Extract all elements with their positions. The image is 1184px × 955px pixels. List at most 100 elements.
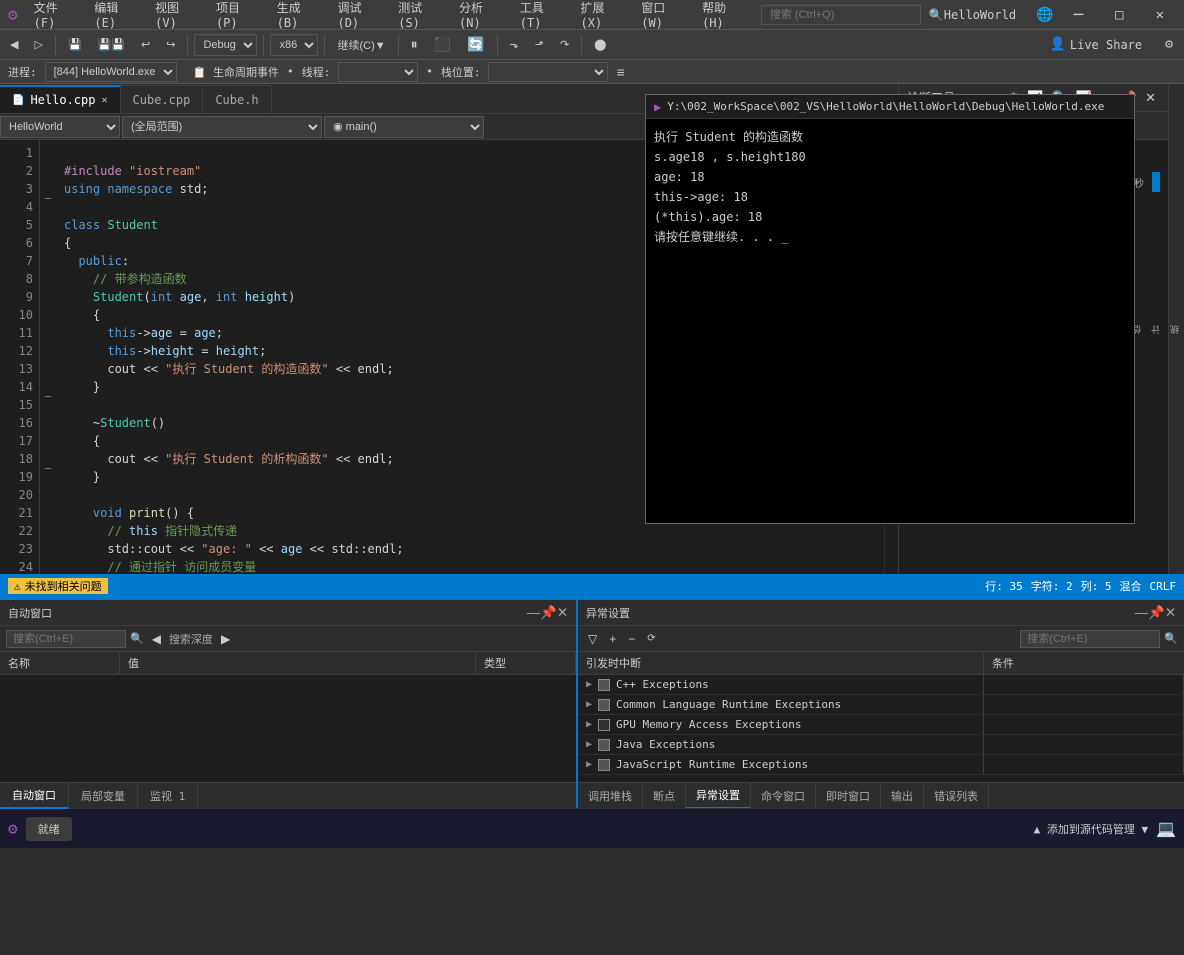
exc-delete-button[interactable]: − [624, 631, 639, 647]
auto-search-input[interactable] [6, 630, 126, 648]
auto-window-close[interactable]: ✕ [557, 605, 568, 621]
auto-tab-watch[interactable]: 监视 1 [138, 784, 198, 808]
status-warning[interactable]: ⚠ 未找到相关问题 [8, 578, 108, 594]
breakpoint-button[interactable]: ⬤ [588, 36, 612, 53]
maximize-button[interactable]: □ [1103, 3, 1135, 27]
exc-cpp-arrow: ▶ [586, 679, 592, 690]
exc-java-check[interactable] [598, 739, 610, 751]
taskbar-source-control[interactable]: ▲ 添加到源代码管理 ▼ [1034, 821, 1149, 837]
restart-button[interactable]: 🔄 [461, 34, 490, 55]
process-dropdown[interactable]: [844] HelloWorld.exe [45, 62, 177, 82]
exc-tab-command[interactable]: 命令窗口 [751, 784, 816, 808]
exc-cpp-check[interactable] [598, 679, 610, 691]
menu-item-b[interactable]: 生成(B) [269, 0, 328, 34]
exc-pin-button[interactable]: 📌 [1148, 605, 1165, 621]
save-button[interactable]: 💾 [62, 36, 88, 53]
step-in-button[interactable]: ⬎ [504, 36, 525, 53]
console-line-2: s.age18 , s.height180 [654, 147, 1126, 167]
platform-dropdown[interactable]: x86 [270, 34, 318, 56]
auto-forward-button[interactable]: ▶ [217, 631, 234, 647]
exc-clr-check[interactable] [598, 699, 610, 711]
tab-cube-cpp[interactable]: Cube.cpp [121, 85, 204, 113]
auto-tab-auto[interactable]: 自动窗口 [0, 783, 69, 809]
debug-mode-dropdown[interactable]: Debug [194, 34, 257, 56]
auto-window-toolbar: 🔍 ◀ 搜索深度 ▶ [0, 626, 576, 652]
sep3 [263, 35, 264, 55]
auto-window: 自动窗口 — 📌 ✕ 🔍 ◀ 搜索深度 ▶ 名称 值 类型 自动窗口 局部变量 [0, 600, 578, 808]
exc-tab-callstack[interactable]: 调用堆栈 [578, 784, 643, 808]
save-all-button[interactable]: 💾💾 [92, 36, 131, 53]
exc-cell-clr-trigger: ▶ Common Language Runtime Exceptions [578, 695, 984, 714]
menu-item-x[interactable]: 扩展(X) [573, 0, 632, 34]
exc-tab-breakpoints[interactable]: 断点 [643, 784, 686, 808]
step-out-button[interactable]: ⬏ [529, 36, 550, 53]
exc-tab-errors[interactable]: 错误列表 [924, 784, 989, 808]
auto-tab-local[interactable]: 局部变量 [69, 784, 138, 808]
exc-close-button[interactable]: ✕ [1165, 605, 1176, 621]
exc-restore-button[interactable]: ⟳ [643, 632, 659, 645]
minimize-button[interactable]: ─ [1061, 1, 1095, 28]
status-bar: ⚠ 未找到相关问题 行: 35 字符: 2 列: 5 混合 CRLF [0, 574, 1184, 598]
process-bar-expand[interactable]: ≡ [616, 64, 624, 80]
collapse-destructor[interactable]: ─ [40, 392, 56, 410]
step-next-button[interactable]: ↷ [554, 36, 575, 53]
back-button[interactable]: ◀ [4, 36, 24, 53]
exc-filter-button[interactable]: ▽ [584, 631, 601, 647]
exception-window-tabs: 调用堆栈 断点 异常设置 命令窗口 即时窗口 输出 错误列表 [578, 782, 1184, 808]
menu-item-v[interactable]: 视图(V) [147, 0, 206, 34]
exc-clr-label: Common Language Runtime Exceptions [616, 698, 841, 711]
exc-row-gpu: ▶ GPU Memory Access Exceptions [578, 715, 1184, 735]
tab-hello-cpp-modified: ✕ [101, 95, 107, 106]
redo-button[interactable]: ↪ [160, 36, 181, 53]
continue-button[interactable]: 继续(C)▼ [331, 35, 391, 55]
exc-tab-output[interactable]: 输出 [881, 784, 924, 808]
right-sidebar-item-1[interactable]: 统 [1167, 321, 1184, 338]
auto-window-pin[interactable]: 📌 [540, 605, 557, 621]
auto-window-collapse[interactable]: — [527, 605, 540, 620]
undo-button[interactable]: ↩ [135, 36, 156, 53]
exc-add-button[interactable]: + [605, 631, 620, 647]
exc-tab-immediate[interactable]: 即时窗口 [816, 784, 881, 808]
function-dropdown[interactable]: ◉ main() [324, 116, 484, 138]
tab-cube-h[interactable]: Cube.h [203, 85, 271, 113]
exc-gpu-check[interactable] [598, 719, 610, 731]
auto-search-icon: 🔍 [130, 632, 144, 645]
auto-depth-label: 搜索深度 [169, 631, 213, 647]
close-button[interactable]: ✕ [1144, 3, 1176, 27]
diag-window-close-button[interactable]: ✕ [1141, 88, 1160, 108]
menu-item-p[interactable]: 项目(P) [208, 0, 267, 34]
menu-item-s[interactable]: 测试(S) [390, 0, 449, 34]
context-dropdown[interactable]: (全局范围) [122, 116, 322, 138]
exc-collapse-button[interactable]: — [1135, 605, 1148, 620]
tab-hello-cpp[interactable]: 📄 Hello.cpp ✕ [0, 85, 121, 113]
menu-item-t[interactable]: 工具(T) [512, 0, 571, 34]
menu-item-w[interactable]: 窗口(W) [633, 0, 692, 34]
menu-item-h[interactable]: 帮助(H) [694, 0, 753, 34]
exc-tab-exceptions[interactable]: 异常设置 [686, 783, 751, 809]
right-sidebar-item-2[interactable]: 计 [1148, 321, 1165, 338]
collapse-print[interactable]: ─ [40, 464, 56, 482]
collapse-class[interactable]: ─ [40, 194, 56, 212]
auto-back-button[interactable]: ◀ [148, 631, 165, 647]
scope-dropdown[interactable]: HelloWorld [0, 116, 120, 138]
stop-button[interactable]: ⬛ [428, 34, 457, 55]
exc-js-check[interactable] [598, 759, 610, 771]
warning-icon: ⚠ [14, 580, 21, 593]
console-title-bar: ▶ Y:\002_WorkSpace\002_VS\HelloWorld\Hel… [646, 95, 1134, 119]
search-input[interactable] [761, 5, 921, 25]
forward-button[interactable]: ▷ [28, 36, 48, 53]
menu-item-f[interactable]: 文件(F) [26, 0, 85, 34]
location-label: 栈位置: [441, 64, 481, 80]
exception-toolbar: ▽ + − ⟳ 🔍 [578, 626, 1184, 652]
exc-search-input[interactable] [1020, 630, 1160, 648]
menu-item-d[interactable]: 调试(D) [329, 0, 388, 34]
taskbar-item-ready[interactable]: 就绪 [26, 817, 72, 841]
thread-dropdown[interactable] [338, 62, 418, 82]
menu-item-n[interactable]: 分析(N) [451, 0, 510, 34]
sep5 [398, 35, 399, 55]
location-dropdown[interactable] [488, 62, 608, 82]
menu-item-e[interactable]: 编辑(E) [86, 0, 145, 34]
step-over-button[interactable]: ⏸ [405, 34, 424, 55]
live-share-button[interactable]: 👤 Live Share [1042, 35, 1150, 54]
profile-button[interactable]: ⚙ [1158, 36, 1180, 53]
